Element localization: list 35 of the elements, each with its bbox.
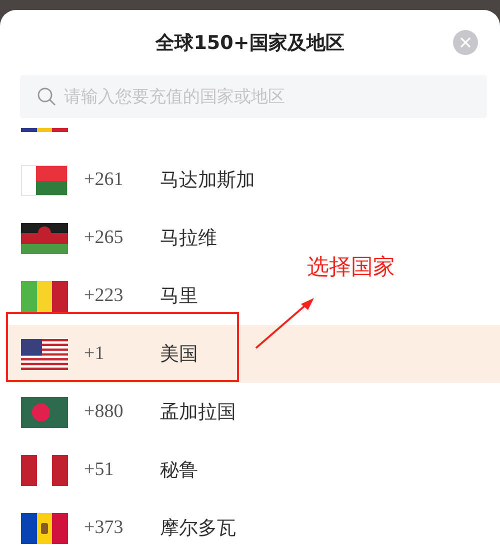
dial-code: +1 bbox=[84, 343, 106, 365]
dial-code: +261 bbox=[84, 169, 124, 191]
country-name: 马拉维 bbox=[160, 226, 217, 251]
search-icon bbox=[37, 87, 56, 106]
country-row[interactable]: +880 孟加拉国 bbox=[8, 383, 248, 441]
dial-code: +51 bbox=[84, 459, 115, 481]
country-row[interactable]: +1 美国 bbox=[8, 325, 500, 383]
close-button[interactable] bbox=[453, 30, 478, 55]
arrow-icon bbox=[254, 296, 316, 351]
close-icon bbox=[460, 37, 471, 48]
flag-icon bbox=[21, 338, 68, 370]
annotation-label: 选择国家 bbox=[307, 255, 395, 281]
country-row[interactable]: +261 马达加斯加 bbox=[8, 151, 267, 209]
flag-icon bbox=[21, 454, 68, 486]
country-name: 马里 bbox=[160, 284, 198, 309]
country-name: 摩尔多瓦 bbox=[160, 516, 236, 541]
country-name: 美国 bbox=[160, 342, 198, 367]
flag-icon bbox=[21, 222, 68, 254]
flag-icon bbox=[21, 396, 68, 428]
country-row[interactable]: +265 马拉维 bbox=[8, 209, 229, 267]
flag-icon bbox=[21, 512, 68, 544]
country-name: 秘鲁 bbox=[160, 458, 198, 483]
flag-icon bbox=[21, 128, 68, 132]
flag-icon bbox=[21, 280, 68, 312]
country-row[interactable]: +373 摩尔多瓦 bbox=[8, 499, 248, 557]
dial-code: +373 bbox=[84, 517, 124, 539]
dial-code: +880 bbox=[84, 401, 124, 423]
country-row[interactable]: +51 秘鲁 bbox=[8, 441, 210, 499]
dialog-title: 全球150+国家及地区 bbox=[156, 30, 344, 56]
flag-icon bbox=[21, 164, 68, 196]
country-row[interactable]: +223 马里 bbox=[8, 267, 210, 325]
country-name: 孟加拉国 bbox=[160, 400, 236, 425]
country-name: 马达加斯加 bbox=[160, 168, 255, 193]
dial-code: +265 bbox=[84, 227, 124, 249]
dial-code: +223 bbox=[84, 285, 124, 307]
